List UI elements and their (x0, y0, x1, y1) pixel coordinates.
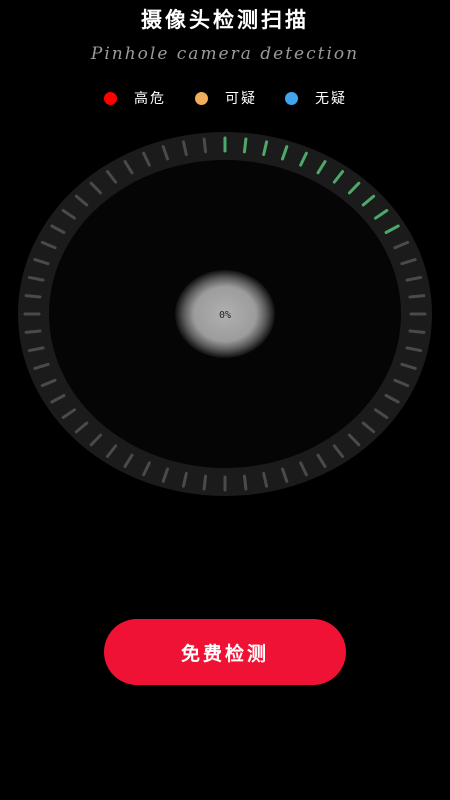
dial-tick-active (242, 137, 248, 154)
dial-tick (242, 474, 248, 491)
dial-tick (24, 294, 42, 299)
legend-item-safe: 无疑 (285, 86, 347, 110)
legend-label-suspicious: 可疑 (225, 91, 257, 107)
legend-label-high-risk: 高危 (134, 91, 166, 107)
dial-tick (408, 294, 426, 299)
legend-item-suspicious: 可疑 (195, 86, 257, 110)
scanner-dial: 0% (15, 130, 435, 500)
suspicious-dot-icon (195, 91, 208, 105)
progress-percent: 0% (219, 310, 231, 321)
dial-tick (202, 474, 208, 491)
scanner-dial-graphic: 0% (18, 132, 432, 496)
safe-dot-icon (285, 91, 298, 105)
free-scan-button[interactable]: 免费检测 (104, 619, 346, 685)
dial-tick (202, 137, 208, 154)
legend-item-high-risk: 高危 (104, 86, 166, 110)
dial-tick (408, 329, 426, 334)
legend-label-safe: 无疑 (315, 91, 347, 107)
high-risk-dot-icon (104, 91, 117, 105)
risk-legend: 高危 可疑 无疑 (0, 86, 450, 110)
page-title: 摄像头检测扫描 (141, 8, 309, 32)
dial-tick (24, 329, 42, 334)
page-subtitle: Pinhole camera detection (90, 44, 360, 64)
free-scan-button-label: 免费检测 (180, 642, 269, 665)
